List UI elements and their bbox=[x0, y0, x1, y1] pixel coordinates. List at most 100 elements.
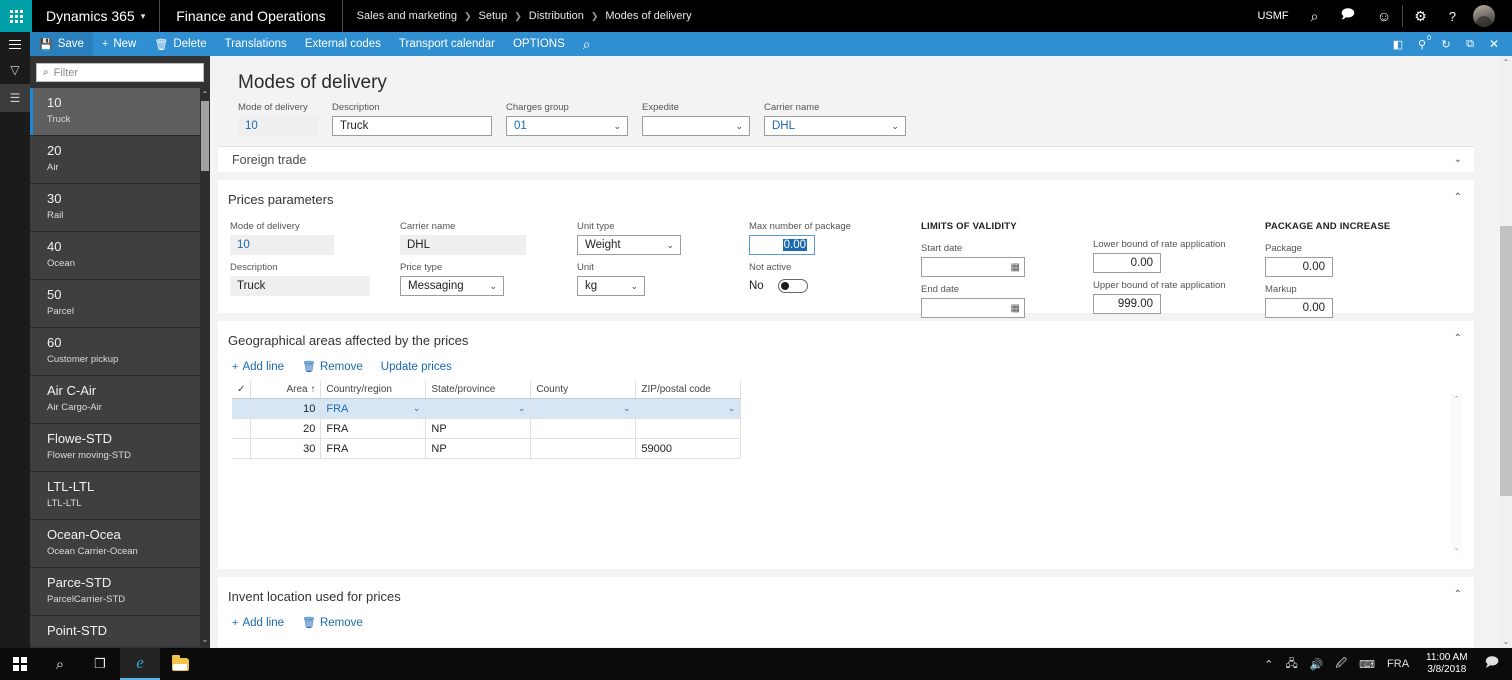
list-pane-icon[interactable]: ☰ bbox=[0, 84, 30, 112]
language-indicator[interactable]: FRA bbox=[1382, 648, 1414, 680]
notifications-icon[interactable]: ⚲ 0 bbox=[1410, 32, 1434, 56]
table-row[interactable]: 30 FRA NP 59000 bbox=[232, 438, 742, 459]
upper-bound-input[interactable]: 999.00 bbox=[1093, 294, 1161, 314]
description-input[interactable]: Truck bbox=[332, 116, 492, 136]
delete-button[interactable]: 🗑 Delete bbox=[145, 32, 215, 56]
search-input[interactable] bbox=[53, 66, 197, 79]
help-icon[interactable]: ? bbox=[1438, 0, 1467, 32]
row-checkbox[interactable] bbox=[232, 398, 252, 419]
list-item[interactable]: 60 Customer pickup bbox=[30, 328, 210, 376]
cell-state[interactable]: ⌄ bbox=[425, 398, 532, 419]
charges-group-select[interactable]: 01 ⌄ bbox=[506, 116, 628, 136]
transport-calendar-button[interactable]: Transport calendar bbox=[390, 32, 504, 56]
select-all-checkbox[interactable]: ✓ bbox=[232, 381, 252, 399]
row-checkbox[interactable] bbox=[232, 438, 252, 459]
list-item[interactable]: 40 Ocean bbox=[30, 232, 210, 280]
chevron-down-icon[interactable]: ⌄ bbox=[728, 403, 736, 414]
breadcrumb-item-2[interactable]: Distribution bbox=[529, 10, 584, 22]
keyboard-icon[interactable]: ⌨ bbox=[1354, 648, 1380, 680]
brand-menu[interactable]: Dynamics 365 ▾ bbox=[32, 0, 161, 32]
cell-country[interactable]: FRA bbox=[320, 438, 427, 459]
office-icon[interactable]: ◧ bbox=[1386, 32, 1410, 56]
cell-area[interactable]: 30 bbox=[250, 438, 322, 459]
start-date-input[interactable]: ▦ bbox=[921, 257, 1025, 277]
action-center-icon[interactable]: 🗩 bbox=[1480, 648, 1504, 680]
file-explorer-icon[interactable] bbox=[160, 648, 200, 680]
column-header-state[interactable]: State/province bbox=[425, 381, 532, 399]
network-icon[interactable]: 🖧 bbox=[1280, 648, 1302, 680]
volume-icon[interactable]: 🔊 bbox=[1305, 648, 1329, 680]
scroll-up-icon[interactable]: ⌃ bbox=[200, 88, 210, 101]
company-selector[interactable]: USMF bbox=[1246, 0, 1299, 32]
save-button[interactable]: 💾 Save bbox=[30, 32, 93, 56]
breadcrumb-item-1[interactable]: Setup bbox=[479, 10, 508, 22]
breadcrumb-item-0[interactable]: Sales and marketing bbox=[357, 10, 457, 22]
cell-state[interactable]: NP bbox=[425, 438, 532, 459]
scroll-down-icon[interactable]: ⌄ bbox=[200, 633, 210, 646]
column-header-area[interactable]: Area ↑ bbox=[250, 381, 322, 399]
cell-country[interactable]: FRA ⌄ bbox=[320, 398, 427, 419]
end-date-input[interactable]: ▦ bbox=[921, 298, 1025, 318]
calendar-icon[interactable]: ▦ bbox=[1011, 303, 1020, 314]
scrollbar-thumb[interactable] bbox=[1500, 226, 1512, 496]
scroll-up-icon[interactable]: ⌃ bbox=[1451, 393, 1462, 404]
translations-button[interactable]: Translations bbox=[216, 32, 296, 56]
list-item[interactable]: Point-STD bbox=[30, 616, 210, 646]
unit-select[interactable]: kg ⌄ bbox=[577, 276, 645, 296]
scroll-down-icon[interactable]: ⌄ bbox=[1500, 635, 1512, 648]
gear-icon[interactable]: ⚙ bbox=[1403, 0, 1438, 32]
module-name[interactable]: Finance and Operations bbox=[160, 0, 343, 32]
task-view-icon[interactable]: ❐ bbox=[80, 648, 120, 680]
cell-zip[interactable] bbox=[635, 418, 742, 439]
scroll-up-icon[interactable]: ⌃ bbox=[1500, 56, 1512, 69]
cell-area[interactable]: 20 bbox=[250, 418, 322, 439]
list-item[interactable]: 20 Air bbox=[30, 136, 210, 184]
table-row[interactable]: 10 FRA ⌄ ⌄ ⌄ ⌄ bbox=[232, 398, 742, 419]
edge-icon[interactable]: e bbox=[120, 648, 160, 680]
chevron-up-icon[interactable]: ⌃ bbox=[1259, 648, 1278, 680]
cell-zip[interactable]: 59000 bbox=[635, 438, 742, 459]
cell-state[interactable]: NP bbox=[425, 418, 532, 439]
chevron-down-icon[interactable]: ⌄ bbox=[1454, 154, 1462, 165]
row-checkbox[interactable] bbox=[232, 418, 252, 439]
price-type-select[interactable]: Messaging ⌄ bbox=[400, 276, 504, 296]
breadcrumb-item-3[interactable]: Modes of delivery bbox=[605, 10, 691, 22]
unit-type-select[interactable]: Weight ⌄ bbox=[577, 235, 681, 255]
scroll-down-icon[interactable]: ⌄ bbox=[1451, 542, 1462, 553]
calendar-icon[interactable]: ▦ bbox=[1011, 262, 1020, 273]
chevron-up-icon[interactable]: ⌃ bbox=[1454, 333, 1462, 344]
record-list-scrollbar[interactable]: ⌃ ⌄ bbox=[200, 88, 210, 646]
close-icon[interactable]: ✕ bbox=[1482, 32, 1506, 56]
carrier-name-select[interactable]: DHL ⌄ bbox=[764, 116, 906, 136]
column-header-county[interactable]: County bbox=[530, 381, 637, 399]
cell-county[interactable]: ⌄ bbox=[530, 398, 637, 419]
cell-zip[interactable]: ⌄ bbox=[635, 398, 742, 419]
app-launcher-icon[interactable] bbox=[0, 0, 32, 32]
options-button[interactable]: OPTIONS bbox=[504, 32, 574, 56]
list-item[interactable]: Ocean-Ocea Ocean Carrier-Ocean bbox=[30, 520, 210, 568]
chevron-up-icon[interactable]: ⌃ bbox=[1454, 589, 1462, 600]
markup-input[interactable]: 0.00 bbox=[1265, 298, 1333, 318]
section-foreign-trade[interactable]: Foreign trade ⌄ bbox=[218, 146, 1474, 172]
geo-remove-button[interactable]: 🗑 Remove bbox=[302, 360, 363, 374]
list-item[interactable]: Air C-Air Air Cargo-Air bbox=[30, 376, 210, 424]
popout-icon[interactable]: ⧉ bbox=[1458, 32, 1482, 56]
pen-icon[interactable]: 🖉 bbox=[1330, 648, 1352, 680]
filter-pane-icon[interactable]: ▽ bbox=[0, 56, 30, 84]
list-item[interactable]: LTL-LTL LTL-LTL bbox=[30, 472, 210, 520]
chevron-down-icon[interactable]: ⌄ bbox=[413, 403, 421, 414]
invent-remove-button[interactable]: 🗑 Remove bbox=[302, 616, 363, 630]
avatar[interactable] bbox=[1473, 5, 1495, 27]
action-search-icon[interactable]: ⌕ bbox=[574, 32, 600, 56]
list-item[interactable]: 30 Rail bbox=[30, 184, 210, 232]
cell-county[interactable] bbox=[530, 438, 637, 459]
package-input[interactable]: 0.00 bbox=[1265, 257, 1333, 277]
search-icon[interactable]: ⌕ bbox=[1300, 0, 1330, 32]
cell-country[interactable]: FRA bbox=[320, 418, 427, 439]
list-item[interactable]: 50 Parcel bbox=[30, 280, 210, 328]
max-packages-input[interactable]: 0.00 bbox=[749, 235, 815, 255]
lower-bound-input[interactable]: 0.00 bbox=[1093, 253, 1161, 273]
chevron-up-icon[interactable]: ⌃ bbox=[1454, 192, 1462, 203]
column-header-country[interactable]: Country/region bbox=[320, 381, 427, 399]
clock[interactable]: 11:00 AM 3/8/2018 bbox=[1416, 648, 1478, 680]
